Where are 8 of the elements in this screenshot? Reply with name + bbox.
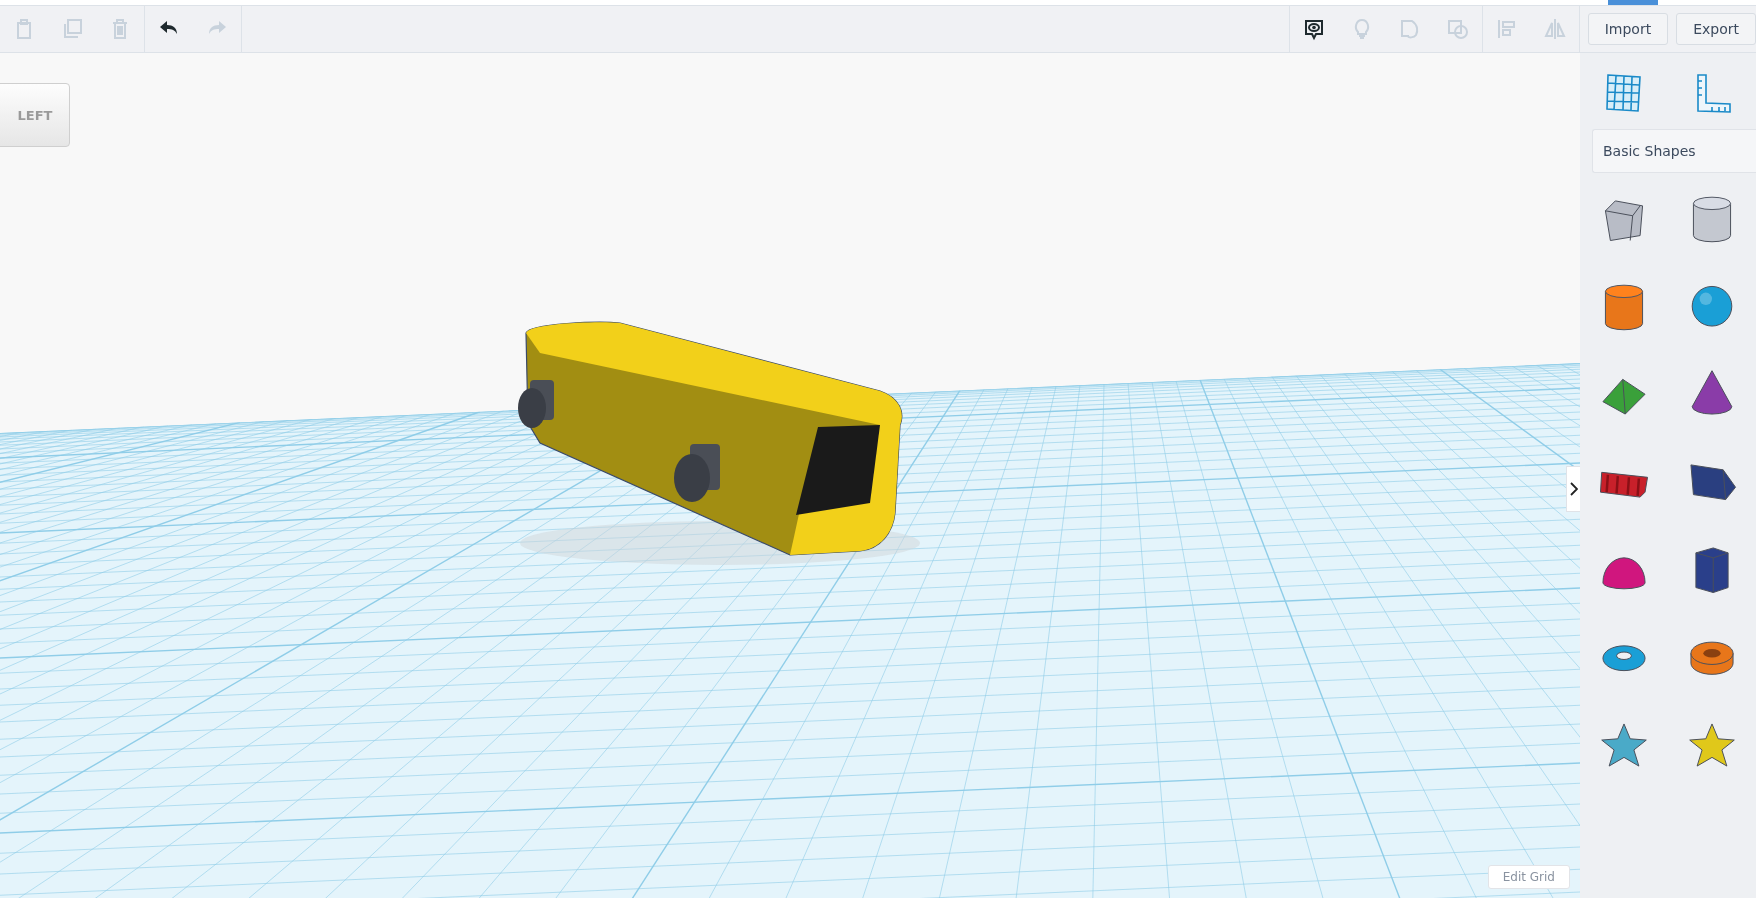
category-dropdown[interactable]: Basic Shapes [1592, 129, 1756, 173]
toolbar-button[interactable]: Export [1676, 13, 1756, 45]
ungroup-icon [1445, 17, 1470, 41]
mirror-icon [1542, 17, 1567, 41]
active-tab-indicator [1608, 0, 1658, 5]
chevron-icon [1569, 482, 1578, 496]
toolbar-button[interactable]: Import [1587, 13, 1669, 45]
collapse-panel-button[interactable] [1566, 466, 1580, 512]
